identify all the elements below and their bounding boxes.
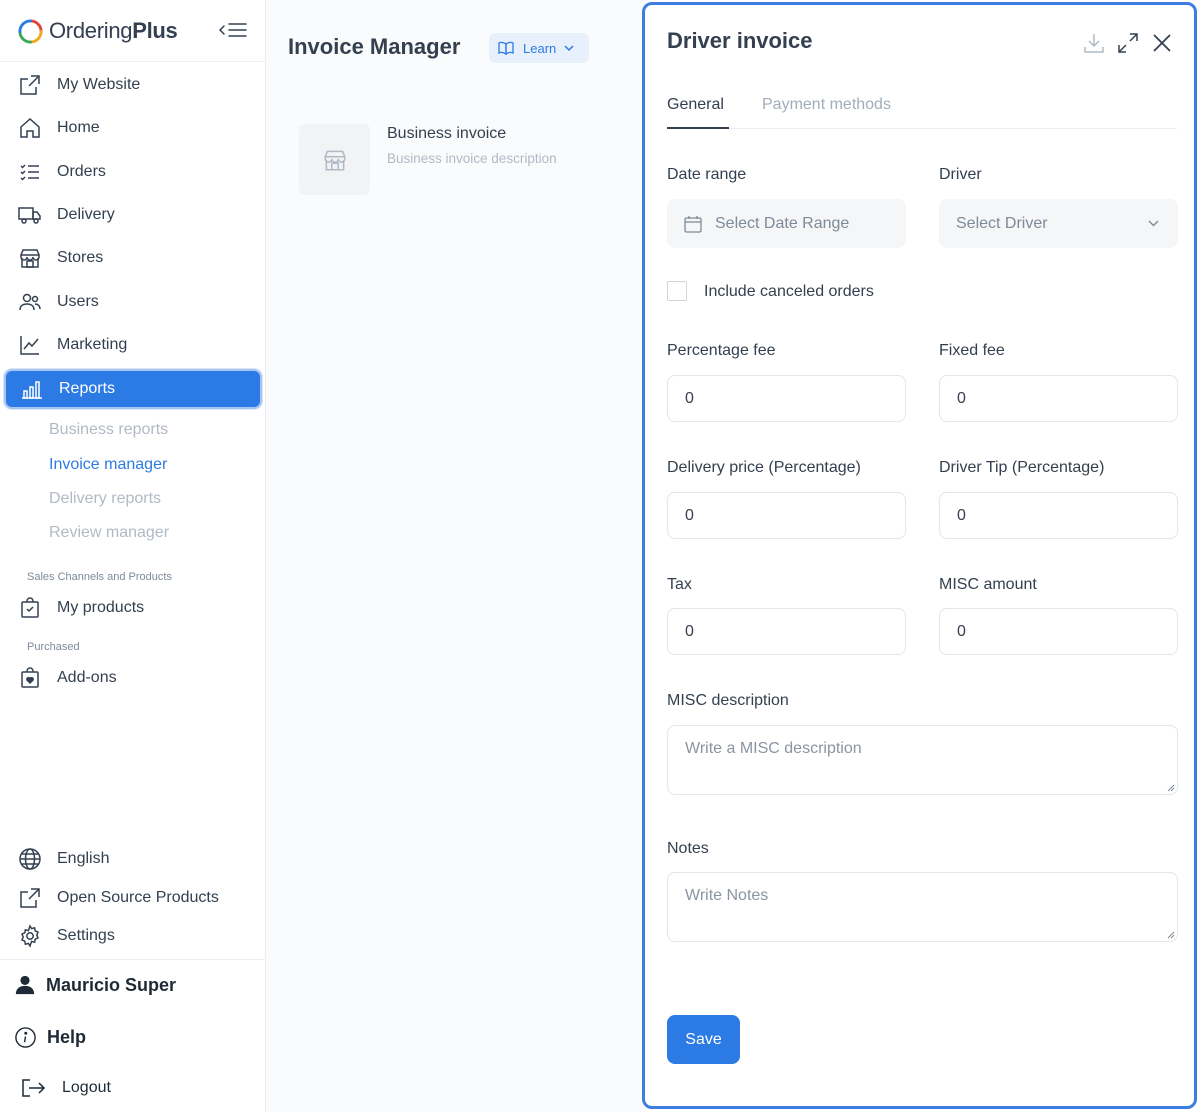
user-profile[interactable]: Mauricio Super bbox=[14, 974, 176, 996]
notes-label: Notes bbox=[667, 840, 709, 857]
store-icon bbox=[323, 150, 346, 171]
sidebar: OrderingPlus My Website Home Orders Deli… bbox=[0, 0, 266, 1112]
user-icon bbox=[15, 975, 35, 995]
page-title: Invoice Manager bbox=[288, 34, 461, 59]
sidebar-subitem-business-reports[interactable]: Business reports bbox=[49, 421, 168, 439]
users-icon bbox=[18, 290, 42, 314]
sidebar-item-my-products[interactable]: My products bbox=[4, 588, 262, 628]
info-icon bbox=[15, 1027, 36, 1048]
list-check-icon bbox=[18, 160, 42, 184]
panel-title: Driver invoice bbox=[667, 28, 813, 53]
sidebar-item-reports[interactable]: Reports bbox=[4, 369, 262, 409]
gear-icon bbox=[18, 924, 42, 948]
tax-input[interactable]: 0 bbox=[667, 608, 906, 655]
sidebar-subitem-invoice-manager[interactable]: Invoice manager bbox=[49, 456, 167, 474]
download-icon[interactable] bbox=[1082, 31, 1106, 55]
save-button[interactable]: Save bbox=[667, 1015, 740, 1064]
sidebar-item-orders[interactable]: Orders bbox=[4, 152, 262, 192]
delivery-price-label: Delivery price (Percentage) bbox=[667, 459, 861, 476]
external-link-icon bbox=[18, 886, 42, 910]
percentage-fee-label: Percentage fee bbox=[667, 342, 776, 359]
tab-payment-methods[interactable]: Payment methods bbox=[762, 96, 891, 114]
sidebar-subitem-delivery-reports[interactable]: Delivery reports bbox=[49, 490, 161, 508]
misc-description-placeholder: Write a MISC description bbox=[685, 740, 862, 757]
brand[interactable]: OrderingPlus bbox=[17, 16, 178, 46]
truck-icon bbox=[18, 203, 42, 227]
misc-amount-input[interactable]: 0 bbox=[939, 608, 1178, 655]
shopping-bag-heart-icon bbox=[18, 666, 42, 690]
chevron-down-icon bbox=[564, 44, 574, 51]
tab-general[interactable]: General bbox=[667, 96, 724, 114]
globe-icon bbox=[18, 847, 42, 871]
date-range-label: Date range bbox=[667, 166, 747, 183]
home-icon bbox=[18, 116, 42, 140]
panel-tabs: General Payment methods bbox=[667, 93, 1177, 129]
misc-amount-label: MISC amount bbox=[939, 576, 1037, 593]
collapse-sidebar-icon[interactable] bbox=[218, 19, 248, 41]
sidebar-item-my-website[interactable]: My Website bbox=[4, 65, 262, 105]
logout-icon bbox=[22, 1079, 46, 1097]
sidebar-item-settings[interactable]: Settings bbox=[4, 916, 262, 956]
tax-label: Tax bbox=[667, 576, 692, 593]
resize-handle-icon[interactable] bbox=[1167, 784, 1175, 792]
line-chart-icon bbox=[18, 333, 42, 357]
date-range-picker[interactable]: Select Date Range bbox=[667, 199, 906, 248]
store-icon bbox=[18, 246, 42, 270]
invoice-thumbnail bbox=[299, 124, 370, 195]
divider bbox=[0, 61, 266, 62]
sidebar-item-users[interactable]: Users bbox=[4, 282, 262, 322]
sidebar-item-delivery[interactable]: Delivery bbox=[4, 195, 262, 235]
main-content: Invoice Manager Learn Business invoice B… bbox=[266, 0, 646, 1112]
notes-textarea[interactable]: Write Notes bbox=[667, 872, 1178, 942]
sidebar-item-open-source-products[interactable]: Open Source Products bbox=[4, 878, 262, 918]
active-tab-indicator bbox=[667, 127, 729, 129]
book-icon bbox=[498, 41, 514, 55]
driver-select[interactable]: Select Driver bbox=[939, 199, 1178, 248]
close-icon[interactable] bbox=[1150, 31, 1174, 55]
shopping-bag-check-icon bbox=[18, 596, 42, 620]
sidebar-item-stores[interactable]: Stores bbox=[4, 238, 262, 278]
chevron-down-icon bbox=[1148, 220, 1159, 227]
driver-select-placeholder: Select Driver bbox=[956, 214, 1048, 232]
logout-button[interactable]: Logout bbox=[20, 1076, 111, 1100]
driver-invoice-panel: Driver invoice General Payment methods D… bbox=[642, 2, 1197, 1109]
calendar-icon bbox=[684, 215, 702, 233]
date-range-placeholder: Select Date Range bbox=[715, 214, 850, 232]
external-link-icon bbox=[18, 73, 42, 97]
resize-handle-icon[interactable] bbox=[1167, 931, 1175, 939]
driver-label: Driver bbox=[939, 166, 982, 183]
sidebar-item-language[interactable]: English bbox=[4, 839, 262, 879]
help-link[interactable]: Help bbox=[14, 1026, 86, 1049]
percentage-fee-input[interactable]: 0 bbox=[667, 375, 906, 422]
ordering-plus-logo-icon bbox=[18, 18, 43, 44]
business-invoice-card[interactable]: Business invoice Business invoice descri… bbox=[299, 120, 639, 200]
driver-tip-input[interactable]: 0 bbox=[939, 492, 1178, 539]
fixed-fee-input[interactable]: 0 bbox=[939, 375, 1178, 422]
group-label-sales-channels: Sales Channels and Products bbox=[27, 571, 172, 583]
delivery-price-input[interactable]: 0 bbox=[667, 492, 906, 539]
panel-actions bbox=[1082, 31, 1174, 55]
sidebar-item-home[interactable]: Home bbox=[4, 108, 262, 148]
notes-placeholder: Write Notes bbox=[685, 887, 769, 904]
invoice-card-title: Business invoice bbox=[387, 125, 507, 142]
divider bbox=[0, 959, 266, 960]
include-canceled-checkbox[interactable] bbox=[667, 281, 687, 301]
misc-description-textarea[interactable]: Write a MISC description bbox=[667, 725, 1178, 795]
driver-tip-label: Driver Tip (Percentage) bbox=[939, 459, 1105, 476]
sidebar-item-addons[interactable]: Add-ons bbox=[4, 658, 262, 698]
expand-icon[interactable] bbox=[1116, 31, 1140, 55]
misc-description-label: MISC description bbox=[667, 692, 789, 709]
include-canceled-label: Include canceled orders bbox=[704, 283, 874, 300]
sidebar-item-marketing[interactable]: Marketing bbox=[4, 325, 262, 365]
sidebar-subitem-review-manager[interactable]: Review manager bbox=[49, 524, 169, 542]
bar-chart-icon bbox=[20, 377, 44, 401]
invoice-card-description: Business invoice description bbox=[387, 151, 557, 166]
learn-button[interactable]: Learn bbox=[489, 33, 589, 63]
fixed-fee-label: Fixed fee bbox=[939, 342, 1005, 359]
group-label-purchased: Purchased bbox=[27, 641, 80, 653]
brand-name: OrderingPlus bbox=[49, 18, 178, 43]
